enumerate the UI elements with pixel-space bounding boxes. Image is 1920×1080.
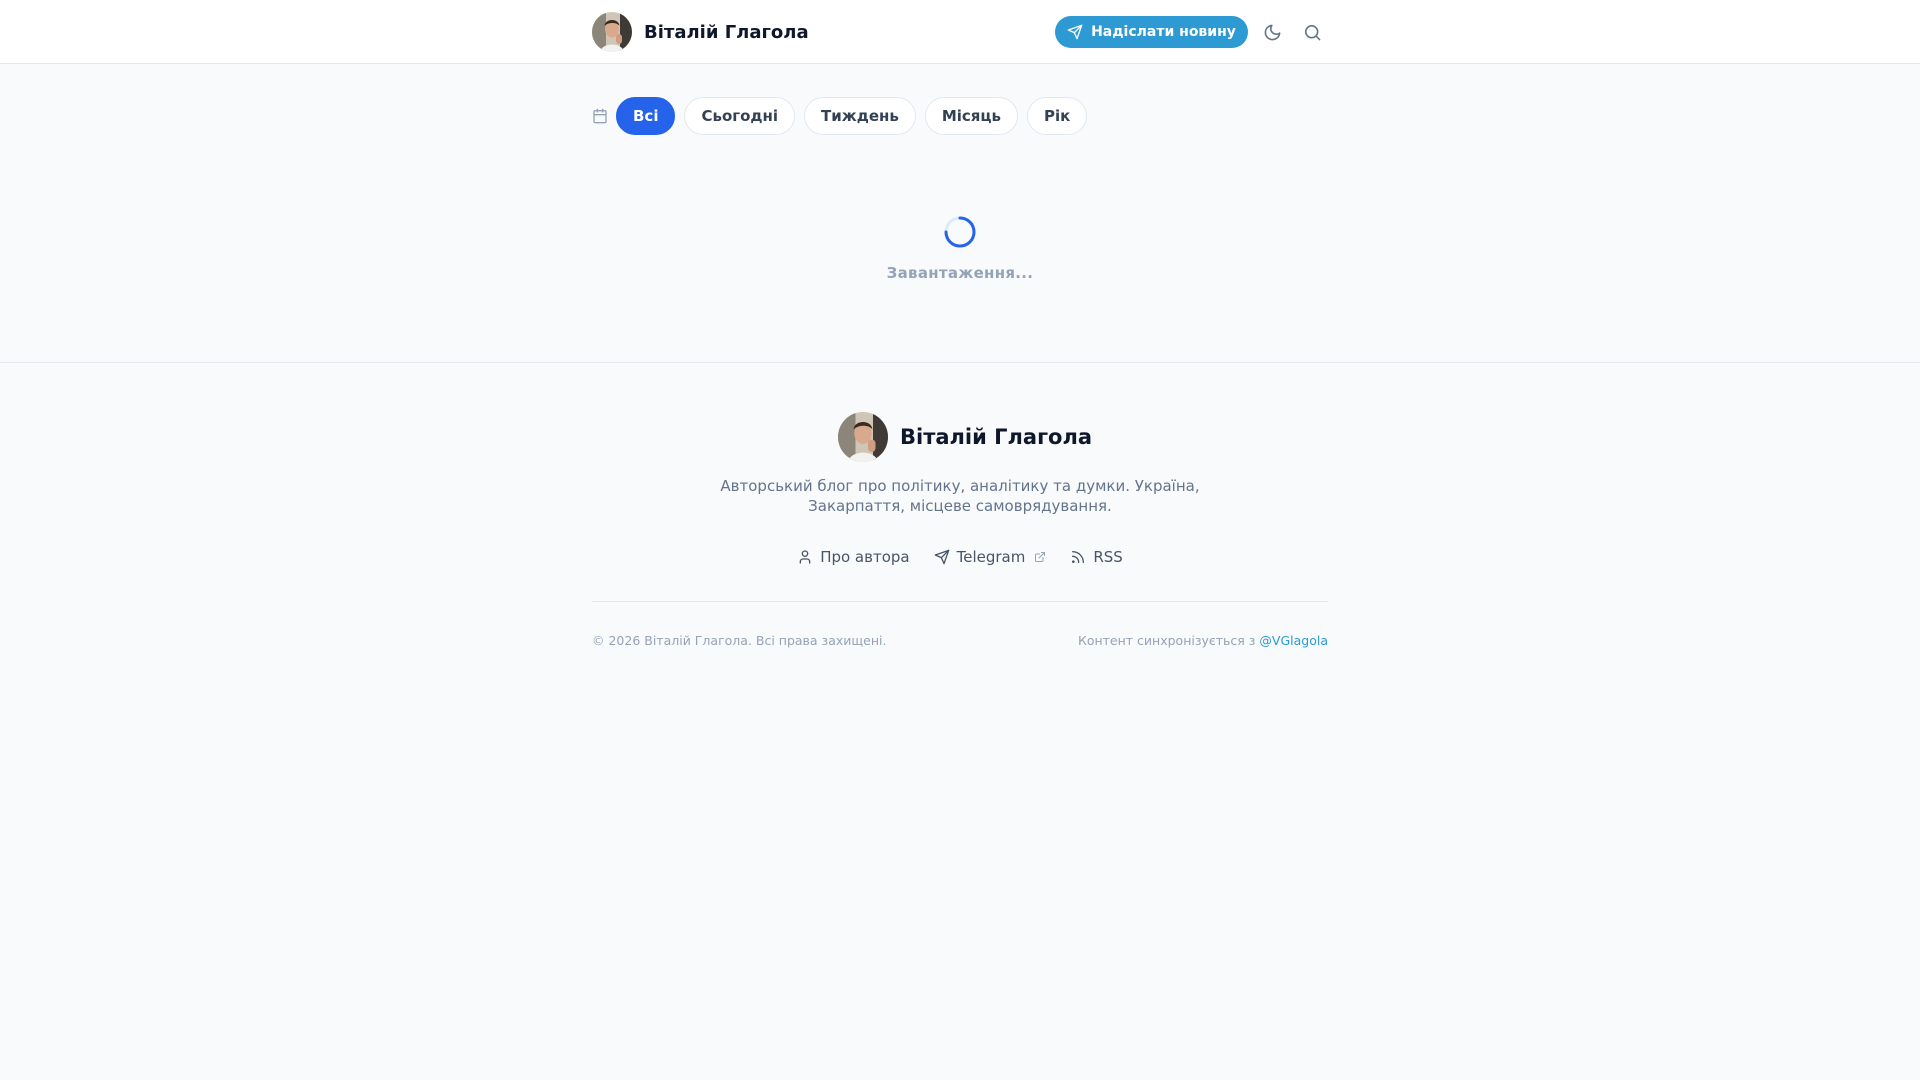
search-icon [1304,24,1320,40]
submit-news-label: Надіслати новину [1091,24,1236,40]
moon-icon [1264,24,1280,40]
footer-links: Про автора Telegram RSS [0,548,1920,566]
filter-today[interactable]: Сьогодні [684,97,796,135]
filter-all[interactable]: Всі [616,97,676,135]
footer-brand-name: Віталій Глагола [900,425,1093,449]
sync-note: Контент синхронізується з @VGlagola [1078,633,1328,648]
filter-week[interactable]: Тиждень [804,97,916,135]
rss-icon [1072,551,1085,563]
brand-link[interactable]: Віталій Глагола [592,12,809,52]
rss-link[interactable]: RSS [1070,548,1123,566]
date-filter-bar: Всі Сьогодні Тиждень Місяць Рік [592,97,1096,135]
footer-description: Авторський блог про політику, аналітику … [720,477,1200,515]
author-avatar [592,12,632,52]
footer-brand: Віталій Глагола [838,412,1092,462]
footer-divider [592,601,1328,602]
telegram-link[interactable]: Telegram [934,548,1047,566]
rss-label: RSS [1093,548,1123,566]
send-icon [934,549,949,565]
footer-avatar [838,412,888,462]
header-inner: Віталій Глагола Надіслати новину [592,0,1328,64]
copyright-text: © 2026 Віталій Глагола. Всі права захище… [592,633,887,648]
about-author-link[interactable]: Про автора [797,548,910,566]
brand-name: Віталій Глагола [644,21,809,43]
about-author-label: Про автора [820,548,910,566]
site-header: Віталій Глагола Надіслати новину [0,0,1920,64]
filter-month[interactable]: Місяць [924,97,1019,135]
loading-text: Завантаження... [886,264,1034,282]
submit-news-button[interactable]: Надіслати новину [1055,16,1248,48]
external-link-icon [1035,552,1046,562]
site-footer: Віталій Глагола Авторський блог про полі… [0,362,1920,1080]
filter-year[interactable]: Рік [1027,97,1088,135]
user-icon [799,550,811,564]
telegram-label: Telegram [956,548,1026,566]
telegram-handle-link[interactable]: @VGlagola [1259,633,1328,648]
calendar-icon [593,108,607,124]
search-button[interactable] [1296,16,1328,48]
theme-toggle-button[interactable] [1256,16,1288,48]
loading-spinner-icon [944,216,976,248]
send-icon [1067,24,1083,40]
sync-prefix: Контент синхронізується з [1077,633,1256,648]
